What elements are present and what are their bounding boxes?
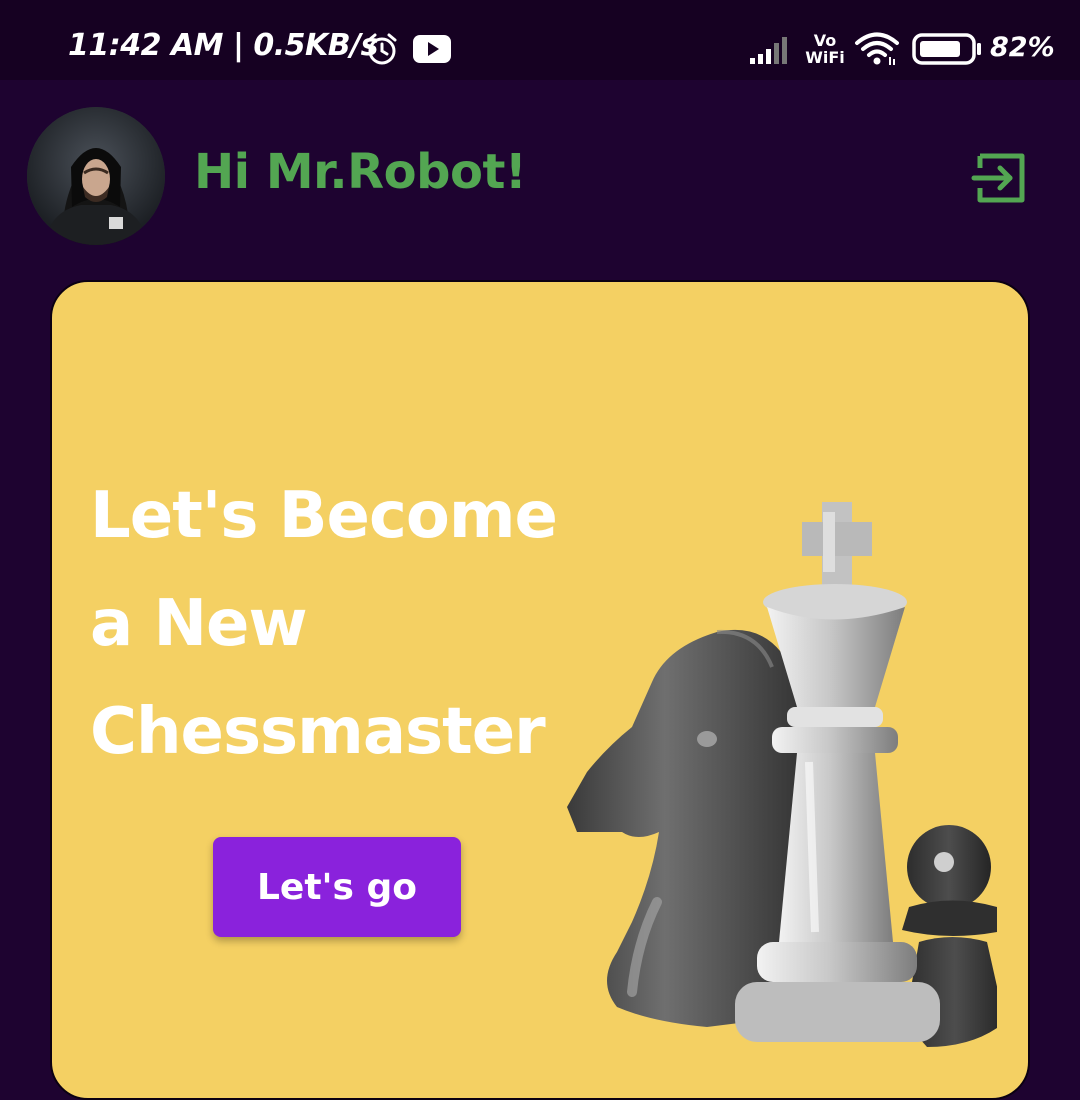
vowifi-label-bottom: WiFi <box>805 48 845 67</box>
greeting-title: Hi Mr.Robot! <box>194 144 527 200</box>
youtube-icon <box>413 35 451 63</box>
battery-percent: 82% <box>990 32 1055 63</box>
chess-pieces-icon <box>567 502 997 1047</box>
profile-avatar[interactable] <box>27 107 165 245</box>
wifi-icon <box>855 32 899 65</box>
hero-card: Let's Become a New Chessmaster Let's go <box>50 280 1030 1100</box>
signal-icon <box>750 37 787 64</box>
battery-icon <box>912 33 981 65</box>
status-time: 11:42 AM | 0.5KB/s <box>68 28 378 63</box>
lets-go-button[interactable]: Let's go <box>213 837 461 937</box>
vowifi-icon: Vo WiFi <box>805 32 845 68</box>
vowifi-label-top: Vo <box>813 31 837 50</box>
status-bar: 11:42 AM | 0.5KB/s Vo WiFi 82% <box>0 0 1080 80</box>
avatar-photo <box>27 107 165 245</box>
alarm-icon <box>367 33 397 65</box>
logout-icon[interactable] <box>970 148 1030 208</box>
